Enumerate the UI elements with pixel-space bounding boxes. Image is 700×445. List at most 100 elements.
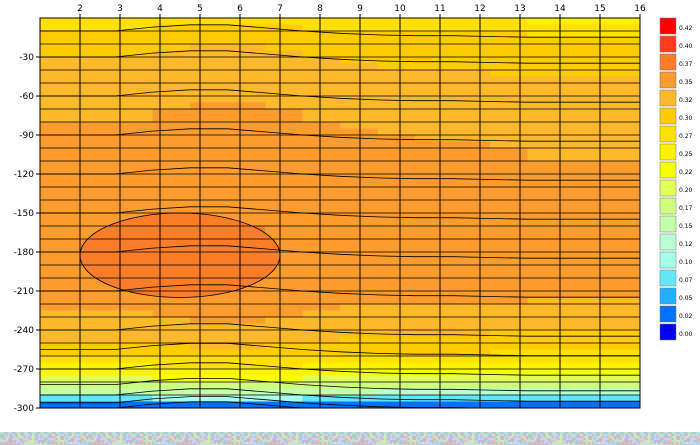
- band-cell: [602, 200, 640, 208]
- band-cell: [565, 154, 604, 162]
- band-cell: [302, 258, 341, 266]
- band-cell: [415, 128, 454, 136]
- band-cell: [265, 174, 304, 182]
- band-cell: [490, 37, 529, 45]
- band-cell: [77, 304, 116, 312]
- band-cell: [152, 96, 191, 104]
- band-cell: [565, 70, 604, 78]
- band-cell: [265, 141, 304, 149]
- band-cell: [340, 219, 379, 227]
- band-cell: [302, 18, 341, 26]
- band-cell: [265, 278, 304, 286]
- band-cell: [190, 70, 229, 78]
- band-cell: [77, 167, 116, 175]
- band-cell: [415, 258, 454, 266]
- band-cell: [190, 24, 229, 32]
- band-cell: [452, 141, 491, 149]
- band-cell: [77, 349, 116, 357]
- band-cell: [40, 63, 79, 71]
- band-cell: [490, 161, 529, 169]
- band-cell: [415, 245, 454, 253]
- band-cell: [565, 219, 604, 227]
- band-cell: [340, 37, 379, 45]
- band-cell: [152, 356, 191, 364]
- band-cell: [490, 76, 529, 84]
- band-cell: [227, 135, 266, 143]
- legend-label: 0.22: [679, 169, 693, 176]
- band-cell: [265, 226, 304, 234]
- band-cell: [265, 154, 304, 162]
- band-cell: [227, 317, 266, 325]
- band-cell: [377, 83, 416, 91]
- legend-swatch: [659, 125, 677, 143]
- band-cell: [565, 24, 604, 32]
- y-tick-label: -120: [14, 170, 35, 180]
- band-cell: [602, 375, 640, 383]
- noise-strip: [0, 432, 700, 445]
- band-cell: [190, 343, 229, 351]
- band-cell: [190, 330, 229, 338]
- band-cell: [115, 161, 154, 169]
- band-cell: [452, 24, 491, 32]
- band-cell: [602, 226, 640, 234]
- band-cell: [302, 122, 341, 130]
- band-cell: [40, 83, 79, 91]
- band-cell: [415, 174, 454, 182]
- band-cell: [115, 369, 154, 377]
- band-cell: [415, 31, 454, 39]
- band-cell: [265, 148, 304, 156]
- band-cell: [115, 135, 154, 143]
- band-cell: [340, 317, 379, 325]
- band-cell: [452, 76, 491, 84]
- band-cell: [40, 115, 79, 123]
- band-cell: [190, 187, 229, 195]
- band-cell: [377, 375, 416, 383]
- band-cell: [490, 226, 529, 234]
- band-cell: [227, 174, 266, 182]
- band-cell: [190, 57, 229, 65]
- band-cell: [415, 369, 454, 377]
- legend-label: 0.35: [679, 79, 693, 86]
- band-cell: [227, 44, 266, 52]
- band-cell: [190, 148, 229, 156]
- band-cell: [40, 395, 79, 403]
- band-cell: [227, 369, 266, 377]
- band-cell: [340, 148, 379, 156]
- band-cell: [77, 115, 116, 123]
- band-cell: [77, 369, 116, 377]
- band-cell: [340, 258, 379, 266]
- band-cell: [490, 18, 529, 26]
- band-cell: [115, 200, 154, 208]
- band-cell: [265, 115, 304, 123]
- band-cell: [40, 24, 79, 32]
- band-cell: [377, 200, 416, 208]
- band-cell: [340, 18, 379, 26]
- band-cell: [40, 284, 79, 292]
- band-cell: [190, 154, 229, 162]
- band-cell: [377, 63, 416, 71]
- legend-swatch: [659, 323, 677, 341]
- band-cell: [265, 37, 304, 45]
- band-cell: [490, 271, 529, 279]
- band-cell: [490, 102, 529, 110]
- band-cell: [115, 336, 154, 344]
- band-cell: [77, 336, 116, 344]
- legend-label: 0.07: [679, 277, 693, 284]
- band-cell: [340, 297, 379, 305]
- band-cell: [377, 154, 416, 162]
- band-cell: [602, 18, 640, 26]
- legend-label: 0.15: [679, 223, 693, 230]
- band-cell: [302, 44, 341, 52]
- band-cell: [602, 83, 640, 91]
- band-cell: [152, 122, 191, 130]
- band-cell: [190, 336, 229, 344]
- legend-label: 0.10: [679, 259, 693, 266]
- band-cell: [377, 382, 416, 390]
- band-cell: [602, 258, 640, 266]
- legend-label: 0.17: [679, 205, 693, 212]
- band-cell: [490, 154, 529, 162]
- band-cell: [490, 115, 529, 123]
- band-cell: [227, 161, 266, 169]
- band-cell: [227, 330, 266, 338]
- band-cell: [377, 44, 416, 52]
